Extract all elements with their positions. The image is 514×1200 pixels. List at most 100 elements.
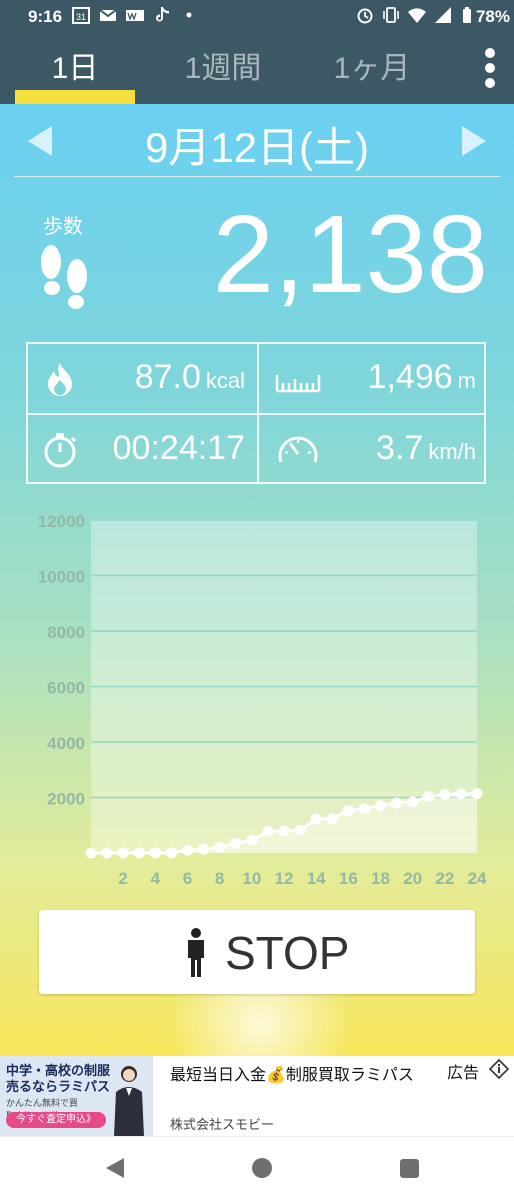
status-bar: 9:16 31 78%	[0, 0, 514, 33]
recent-apps-icon[interactable]	[400, 1159, 419, 1178]
system-navigation-bar	[0, 1136, 514, 1200]
walking-person-icon	[188, 928, 204, 977]
data-point	[310, 813, 322, 825]
back-icon[interactable]	[104, 1157, 126, 1179]
data-point	[230, 837, 242, 849]
footprints-icon	[41, 245, 87, 309]
steps-label: 歩数	[43, 216, 83, 238]
data-point	[117, 847, 129, 859]
steps-chart: 200040006000800010000120002 4 6 8 10 12 14 16 18…	[38, 512, 487, 888]
data-point	[198, 843, 210, 855]
ruler-icon	[275, 375, 321, 393]
x-tick-label: 4	[151, 869, 161, 888]
home-icon[interactable]	[252, 1158, 272, 1178]
x-tick-label: 16	[339, 869, 358, 888]
data-point	[455, 788, 467, 800]
distance-unit: m	[457, 368, 476, 393]
wwm-icon	[126, 10, 144, 21]
distance-value: 1,496	[367, 358, 453, 396]
gmail-icon	[99, 9, 117, 21]
speed-value: 3.7	[376, 429, 424, 467]
stop-label: STOP	[225, 927, 350, 979]
wifi-icon	[408, 8, 426, 23]
time-stat: 00:24:17	[28, 415, 257, 484]
x-tick-label: 18	[371, 869, 390, 888]
notification-icons: 31	[72, 6, 198, 24]
calories-unit: kcal	[205, 368, 245, 393]
system-icons	[356, 6, 478, 24]
y-tick-label: 8000	[47, 623, 85, 642]
steps-count: 2,138	[212, 193, 488, 316]
alarm-icon	[357, 8, 373, 24]
data-point	[246, 834, 258, 846]
x-tick-label: 20	[403, 869, 422, 888]
x-tick-label: 6	[183, 869, 192, 888]
data-point	[375, 800, 386, 812]
x-tick-label: 14	[307, 869, 326, 888]
ad-banner[interactable]: 中学・高校の制服 売るならラミパス かんたん無料で買取申込み可能! 今すぐ査定申…	[0, 1056, 514, 1136]
info-icon[interactable]	[489, 1059, 509, 1079]
speedometer-icon	[278, 436, 318, 463]
data-point	[294, 824, 306, 836]
calories-stat: 87.0 kcal	[28, 344, 257, 413]
x-tick-label: 2	[118, 869, 127, 888]
battery-level: 78%	[475, 7, 510, 26]
ad-image-cta: 今すぐ査定申込》	[6, 1112, 106, 1128]
svg-text:31: 31	[76, 12, 86, 22]
tab-week[interactable]: 1週間	[163, 43, 283, 85]
ad-headline[interactable]: 最短当日入金💰制服買取ラミパス	[170, 1061, 414, 1085]
data-point	[407, 796, 419, 808]
data-point	[149, 847, 161, 859]
data-point	[165, 847, 177, 859]
date-divider	[14, 176, 500, 177]
ad-person-image	[114, 1066, 144, 1136]
x-tick-label: 8	[215, 869, 224, 888]
ad-label: 広告	[447, 1065, 480, 1082]
selected-tab-indicator	[15, 90, 135, 104]
data-point	[471, 788, 483, 800]
ad-image-text-line2: 売るならラミパス	[6, 1079, 111, 1094]
data-point	[182, 844, 193, 856]
ad-image[interactable]: 中学・高校の制服 売るならラミパス かんたん無料で買取申込み可能! 今すぐ査定申…	[0, 1056, 153, 1136]
overflow-menu-icon[interactable]	[484, 48, 496, 88]
tiktok-icon	[156, 7, 169, 22]
vibrate-icon	[383, 7, 399, 23]
ad-advertiser: 株式会社スモビー	[170, 1117, 275, 1132]
x-tick-label: 12	[275, 869, 294, 888]
main-panel: 9月12日(土) 歩数 2,138 87.0 kcal 1,496 m 00:2…	[0, 104, 514, 1056]
tab-day[interactable]: 1日	[15, 43, 135, 85]
x-tick-label: 24	[468, 869, 487, 888]
tab-month[interactable]: 1ヶ月	[312, 43, 432, 85]
data-point	[133, 847, 145, 859]
y-tick-label: 6000	[47, 679, 85, 698]
dot-icon	[186, 12, 192, 18]
previous-day-arrow-icon[interactable]	[26, 124, 54, 158]
status-time: 9:16	[28, 7, 63, 26]
y-tick-label: 2000	[47, 790, 85, 809]
y-tick-label: 4000	[47, 734, 85, 753]
date-label: 9月12日(土)	[144, 124, 370, 171]
flame-icon	[48, 363, 72, 396]
data-point	[342, 805, 354, 817]
data-point	[326, 813, 338, 825]
data-point	[101, 847, 113, 859]
distance-stat: 1,496 m	[259, 344, 488, 413]
next-day-arrow-icon[interactable]	[460, 124, 488, 158]
data-point	[262, 825, 274, 837]
calories-value: 87.0	[134, 358, 201, 396]
calendar-icon: 31	[72, 7, 90, 24]
data-point	[358, 803, 370, 815]
stats-grid: 87.0 kcal 1,496 m 00:24:17 3.7 km/h	[26, 342, 486, 484]
time-value: 00:24:17	[112, 429, 245, 467]
period-tab-bar: 1日 1週間 1ヶ月	[0, 33, 514, 104]
data-point	[391, 797, 403, 809]
data-point	[85, 847, 97, 859]
data-point	[214, 841, 226, 853]
signal-icon	[435, 7, 451, 23]
x-tick-label: 10	[242, 869, 261, 888]
y-tick-label: 10000	[38, 568, 85, 587]
stop-button[interactable]: STOP	[39, 910, 475, 994]
speed-stat: 3.7 km/h	[259, 415, 488, 484]
data-point	[439, 788, 451, 800]
y-tick-label: 12000	[38, 512, 85, 531]
